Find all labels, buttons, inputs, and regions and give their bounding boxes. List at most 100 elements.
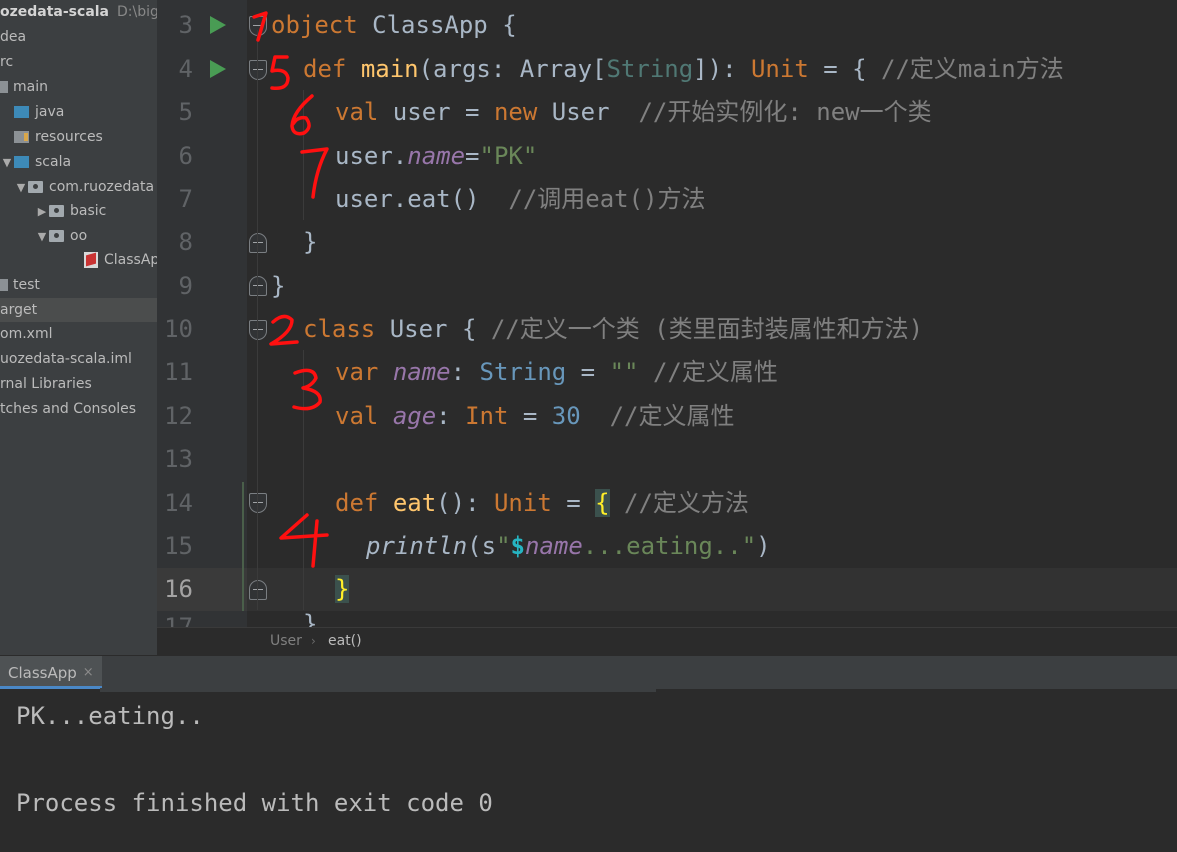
line-number: 5 [178,98,193,126]
fold-marker-icon[interactable] [249,233,267,253]
comment: //定义属性 [609,402,735,430]
line-number-current: 16 [164,575,193,603]
punctuation: } [271,272,286,300]
breadcrumb-item-user[interactable]: User [270,633,302,649]
comment: //调用eat()方法 [508,185,706,213]
code-line-7: user.eat() //调用eat()方法 [335,178,706,221]
fold-marker-icon[interactable] [249,580,267,600]
line-number: 3 [178,11,193,39]
punctuation: [ [592,55,607,83]
console-line: PK...eating.. [16,702,204,730]
code-line-14: def eat(): Unit = { //定义方法 [335,482,749,525]
function-name: eat [392,489,437,517]
tree-item-label: ClassAp [104,252,157,268]
fold-marker-icon[interactable] [249,493,267,513]
comment: //开始实例化: new一个类 [638,98,932,126]
code-line-15: println(s"$name...eating..") [366,525,771,568]
field-name: name [392,358,451,386]
function-call: println [366,532,468,560]
tree-item-com-ruozedata[interactable]: ▼ com.ruozedata [0,175,157,199]
chevron-down-icon[interactable]: ▼ [0,156,14,169]
folder-icon [0,279,8,291]
tree-item-label: test [13,277,40,293]
code-text: user. [335,142,408,170]
tree-item-pom[interactable]: om.xml [0,322,157,346]
source-folder-icon [14,156,29,168]
code-text: = [551,489,596,517]
tree-item-external-libraries[interactable]: rnal Libraries [0,372,157,396]
comment: //定义一个类 (类里面封装属性和方法) [490,315,924,343]
keyword: object [271,11,358,39]
string-literal: " [741,532,757,560]
fold-marker-icon[interactable] [249,16,267,36]
type-name: Unit [750,55,809,83]
breadcrumb: User › eat() [157,627,1177,655]
console-output[interactable]: PK...eating.. Process finished with exit… [0,692,1177,852]
line-number: 6 [178,142,193,170]
code-text: (s [467,532,497,560]
keyword: val [335,402,379,430]
code-line-16: } [335,568,350,611]
active-tab-indicator [0,686,102,689]
tree-item-classapp[interactable]: ClassAp [0,248,157,272]
code-text: user = [378,98,494,126]
fold-marker-icon[interactable] [249,60,267,80]
run-icon[interactable] [210,60,226,78]
tree-item-label: oo [70,228,88,244]
comment: //定义属性 [652,358,778,386]
code-line-4: def main(args: Array[String]): Unit = { … [303,48,1064,91]
package-icon [28,181,43,193]
run-tab-classapp[interactable]: ClassApp × [0,656,102,689]
code-text: (args: [418,55,520,83]
tree-item-main[interactable]: main [0,75,157,99]
code-text: : [436,402,466,430]
tree-item-label: rnal Libraries [0,376,92,392]
code-line-11: var name: String = "" //定义属性 [335,351,778,394]
line-number: 10 [164,315,193,343]
code-text: ): [707,55,751,83]
string-literal: " [496,532,511,560]
tree-item-idea[interactable]: dea [0,25,157,49]
tree-item-java[interactable]: java [0,100,157,124]
breadcrumb-separator: › [311,634,316,648]
tree-item-basic[interactable]: ▶ basic [0,199,157,223]
fold-marker-icon[interactable] [249,320,267,340]
chevron-right-icon[interactable]: ▶ [35,205,49,218]
code-editor[interactable]: 3 4 5 6 7 8 9 10 11 12 13 14 15 16 17 ob… [157,0,1177,627]
tree-item-target[interactable]: arget [0,298,157,322]
breadcrumb-item-eat[interactable]: eat() [328,633,362,649]
tree-item-project-root[interactable]: ozedata-scala D:\bigdata [0,0,157,24]
tree-item-label: ozedata-scala [0,4,110,20]
code-line-10: class User { //定义一个类 (类里面封装属性和方法) [303,308,923,351]
source-folder-icon [14,106,29,118]
tree-item-label: basic [70,203,107,219]
console-line: Process finished with exit code 0 [16,789,493,817]
fold-marker-icon[interactable] [249,276,267,296]
close-icon[interactable]: × [83,665,94,680]
interpolation-marker: $ [510,532,525,560]
tree-item-label: dea [0,29,27,45]
project-path: D:\bigdata [117,4,157,20]
indent-guide [303,90,304,220]
run-icon[interactable] [210,16,226,34]
tree-item-label: scala [35,154,72,170]
line-number: 8 [178,228,193,256]
project-tree-panel: ozedata-scala D:\bigdata dea rc main jav… [0,0,157,655]
type-name: Array [519,55,593,83]
tree-item-scala[interactable]: ▼ scala [0,150,157,174]
chevron-down-icon[interactable]: ▼ [35,230,49,243]
tree-item-resources[interactable]: resources [0,125,157,149]
scala-file-icon [84,252,98,268]
keyword: def [335,489,379,517]
tree-item-oo[interactable]: ▼ oo [0,224,157,248]
current-line-highlight [247,568,1177,611]
chevron-down-icon[interactable]: ▼ [14,181,28,194]
tree-item-scratches[interactable]: tches and Consoles [0,397,157,421]
code-text: User [537,98,639,126]
code-text: = [465,142,480,170]
tree-item-test[interactable]: test [0,273,157,297]
tree-item-label: resources [35,129,103,145]
tree-item-src[interactable]: rc [0,50,157,74]
tree-item-iml[interactable]: uozedata-scala.iml [0,347,157,371]
